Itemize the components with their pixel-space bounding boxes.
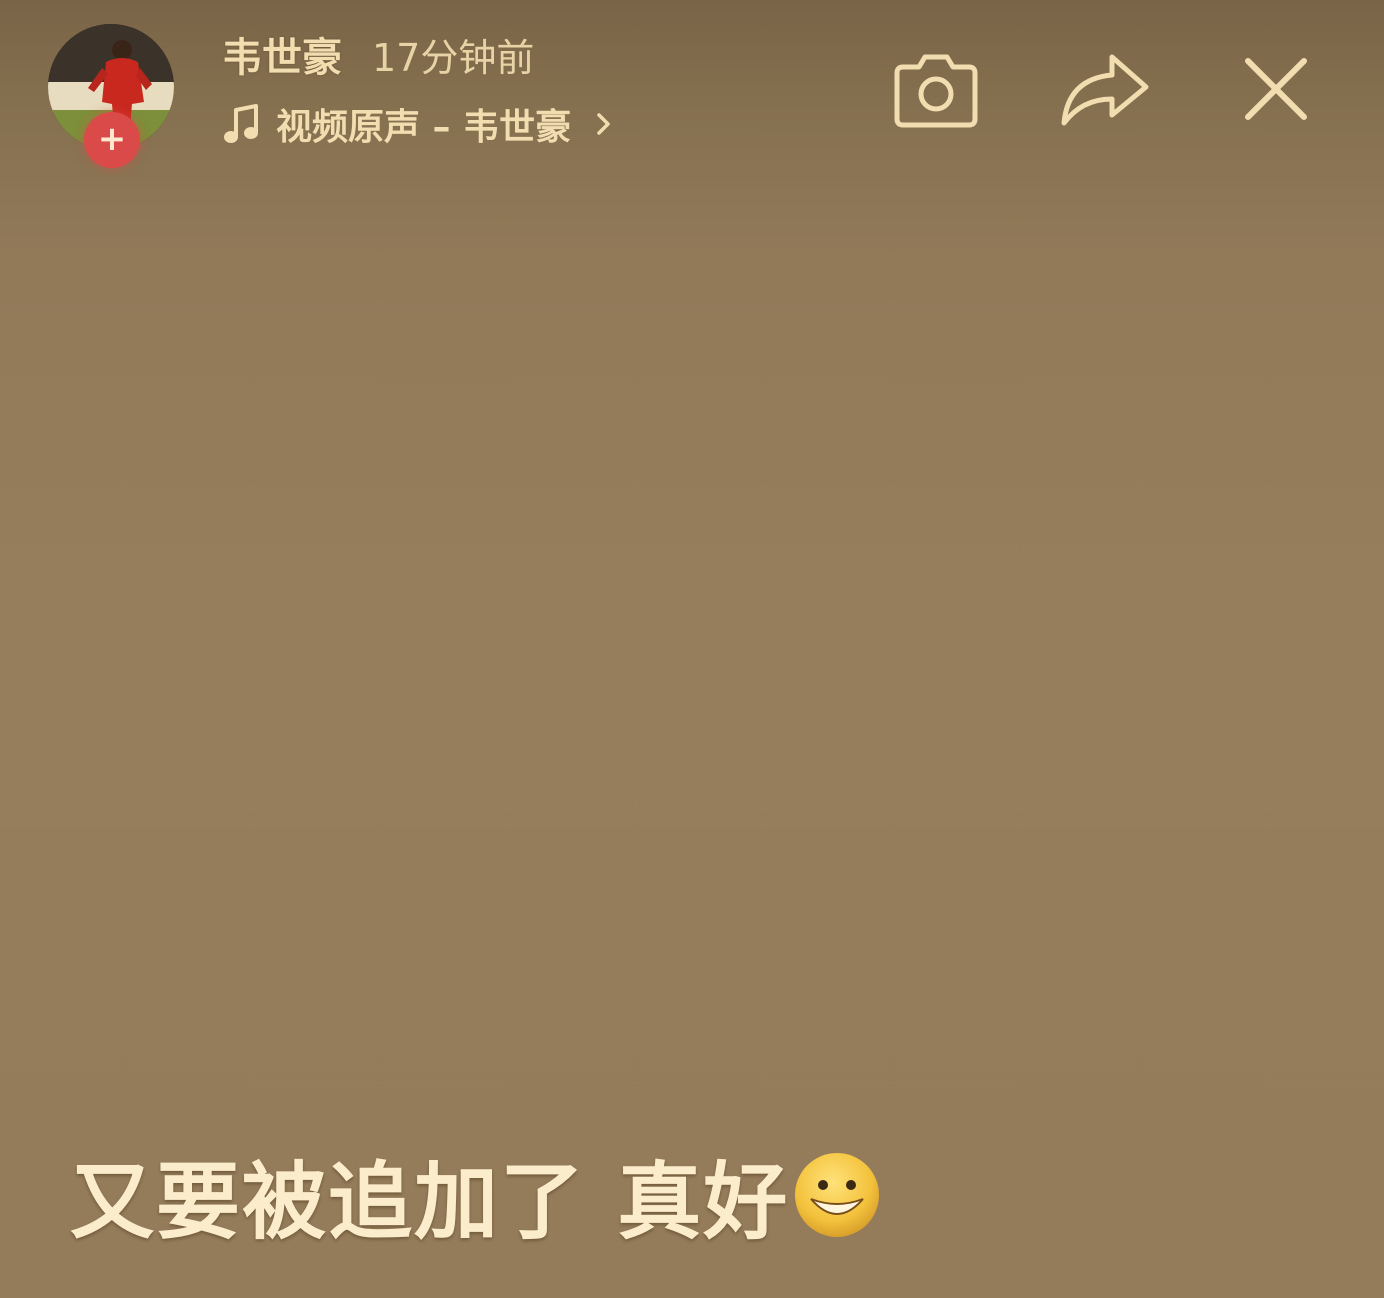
camera-icon (891, 49, 981, 133)
caption-text: 又要被追加了 真好 (70, 1152, 790, 1251)
author-avatar-group[interactable]: + (48, 24, 176, 174)
post-timestamp: 17分钟前 (372, 35, 535, 80)
follow-button[interactable]: + (84, 112, 140, 168)
top-bar: + 韦世豪 17分钟前 视频原声 – 韦世豪 (0, 0, 1384, 190)
author-name[interactable]: 韦世豪 (222, 25, 342, 83)
share-arrow-icon (1056, 49, 1152, 133)
music-info[interactable]: 视频原声 – 韦世豪 (222, 98, 615, 150)
music-title: 视频原声 – 韦世豪 (276, 107, 572, 148)
grinning-face-emoji (791, 1149, 883, 1241)
author-info: 韦世豪 17分钟前 (222, 26, 534, 82)
close-button[interactable] (1228, 46, 1324, 136)
share-button[interactable] (1056, 46, 1152, 136)
camera-button[interactable] (888, 46, 984, 136)
music-note-icon (222, 102, 262, 146)
close-icon (1236, 49, 1316, 133)
chevron-right-icon (593, 107, 615, 141)
post-caption: 又要被追加了 真好 (70, 1140, 883, 1251)
